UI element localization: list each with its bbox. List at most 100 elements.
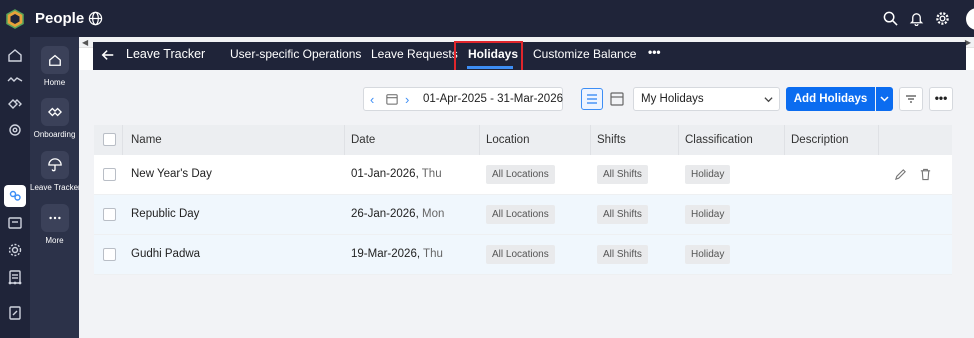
list-view-toggle[interactable] — [581, 88, 603, 110]
scroll-left-icon[interactable]: ◀ — [82, 38, 88, 47]
sidebar-item-more[interactable]: More — [30, 204, 79, 245]
holiday-date: 01-Jan-2026, Thu — [351, 168, 442, 180]
holiday-view-select[interactable]: My Holidays — [633, 87, 780, 111]
table-header: Name Date Location Shifts Classification… — [94, 125, 952, 155]
add-holidays-dropdown[interactable] — [876, 87, 893, 111]
classification-tag: Holiday — [685, 205, 731, 224]
trash-icon[interactable] — [919, 168, 932, 181]
tab-customize-balance[interactable]: Customize Balance — [533, 47, 636, 61]
filter-button[interactable] — [899, 87, 923, 111]
toolbar-more-button[interactable]: ••• — [929, 87, 953, 111]
gear-icon[interactable] — [935, 11, 950, 26]
calendar-icon — [610, 92, 624, 106]
handshake-icon — [47, 107, 62, 117]
holiday-weekday: Thu — [421, 168, 442, 180]
globe-icon[interactable] — [88, 11, 103, 26]
holiday-view-select-value: My Holidays — [641, 93, 704, 105]
app-logo-icon[interactable] — [5, 9, 25, 29]
shifts-tag: All Shifts — [597, 205, 648, 224]
column-header-name[interactable]: Name — [131, 125, 162, 155]
handshake-icon[interactable] — [7, 95, 23, 111]
calendar-view-toggle[interactable] — [606, 88, 628, 110]
activity-icon[interactable] — [7, 72, 23, 88]
holiday-date-value: 01-Jan-2026, — [351, 168, 419, 180]
avatar[interactable] — [966, 8, 974, 30]
sidebar-item-onboarding[interactable]: Onboarding — [30, 98, 79, 139]
sidebar-item-label: Leave Tracker — [30, 183, 81, 192]
table-row[interactable]: Gudhi Padwa 19-Mar-2026, Thu All Locatio… — [94, 235, 952, 275]
column-divider — [678, 125, 679, 155]
module-title: Leave Tracker — [126, 47, 206, 61]
nav-more-button[interactable]: ••• — [648, 45, 661, 59]
table-row[interactable]: Republic Day 26-Jan-2026, Mon All Locati… — [94, 195, 952, 235]
tab-leave-requests[interactable]: Leave Requests — [371, 47, 458, 61]
location-icon[interactable] — [7, 123, 23, 139]
calendar-icon[interactable] — [386, 93, 398, 105]
holiday-name: New Year's Day — [131, 168, 212, 180]
table-row[interactable]: New Year's Day 01-Jan-2026, Thu All Loca… — [94, 155, 952, 195]
holiday-date: 26-Jan-2026, Mon — [351, 208, 444, 220]
document-icon[interactable] — [7, 305, 23, 321]
sidebar-item-home[interactable]: Home — [30, 46, 79, 87]
column-divider — [122, 125, 123, 155]
holidays-table: Name Date Location Shifts Classification… — [94, 125, 952, 275]
next-period-icon[interactable]: › — [405, 92, 409, 107]
column-header-date[interactable]: Date — [351, 125, 375, 155]
classification-tag: Holiday — [685, 165, 731, 184]
back-arrow-icon[interactable] — [101, 48, 115, 62]
chevron-down-icon — [880, 96, 889, 102]
settings-cog-icon[interactable] — [7, 242, 23, 258]
module-nav: Leave Tracker User-specific Operations L… — [93, 42, 966, 70]
filter-icon — [906, 95, 916, 103]
chevron-down-icon — [764, 97, 773, 103]
sidebar-item-label: Onboarding — [33, 130, 76, 139]
column-header-location[interactable]: Location — [486, 125, 529, 155]
sidebar-item-label: Home — [43, 78, 66, 87]
people-icon[interactable] — [7, 188, 23, 204]
holiday-weekday: Mon — [421, 208, 445, 220]
card-icon[interactable] — [7, 215, 23, 231]
sidebar-item-home-box — [40, 46, 69, 74]
sidebar-item-more-box — [40, 204, 69, 232]
location-tag: All Locations — [486, 245, 555, 264]
home-icon — [48, 54, 61, 66]
classification-tag: Holiday — [685, 245, 731, 264]
search-icon[interactable] — [883, 11, 898, 26]
holiday-date-value: 19-Mar-2026, — [351, 248, 421, 260]
highlight-box — [454, 41, 523, 73]
row-checkbox[interactable] — [103, 168, 116, 181]
column-divider — [479, 125, 480, 155]
date-range-text: 01-Apr-2025 - 31-Mar-2026 — [423, 93, 563, 105]
sidebar-item-label: More — [45, 236, 64, 245]
home-icon[interactable] — [7, 47, 23, 63]
more-icon — [48, 216, 61, 220]
select-all-checkbox[interactable] — [103, 133, 116, 146]
side-menu: Home Onboarding Leave Tracker More — [30, 37, 81, 338]
shifts-tag: All Shifts — [597, 165, 648, 184]
column-header-description[interactable]: Description — [791, 125, 849, 155]
location-tag: All Locations — [486, 165, 555, 184]
tab-user-specific-operations[interactable]: User-specific Operations — [230, 47, 361, 61]
column-divider — [590, 125, 591, 155]
sidebar-item-onboarding-box — [40, 98, 69, 126]
holiday-weekday: Thu — [423, 248, 443, 260]
sidebar-item-leave-tracker-box — [40, 151, 69, 179]
column-divider — [344, 125, 345, 155]
column-header-classification[interactable]: Classification — [685, 125, 753, 155]
prev-period-icon[interactable]: ‹ — [370, 92, 374, 107]
column-header-shifts[interactable]: Shifts — [597, 125, 626, 155]
list-icon — [587, 94, 597, 104]
bell-icon[interactable] — [909, 11, 924, 26]
edit-pencil-icon[interactable] — [894, 168, 907, 181]
row-checkbox[interactable] — [103, 248, 116, 261]
rail-more-icon[interactable] — [7, 275, 23, 291]
shifts-tag: All Shifts — [597, 245, 648, 264]
location-tag: All Locations — [486, 205, 555, 224]
sidebar-item-leave-tracker[interactable]: Leave Tracker — [30, 151, 81, 192]
umbrella-icon — [47, 158, 62, 172]
holiday-date: 19-Mar-2026, Thu — [351, 248, 443, 260]
row-checkbox[interactable] — [103, 208, 116, 221]
icon-rail — [0, 37, 30, 338]
add-holidays-button[interactable]: Add Holidays — [786, 87, 875, 111]
column-divider — [784, 125, 785, 155]
